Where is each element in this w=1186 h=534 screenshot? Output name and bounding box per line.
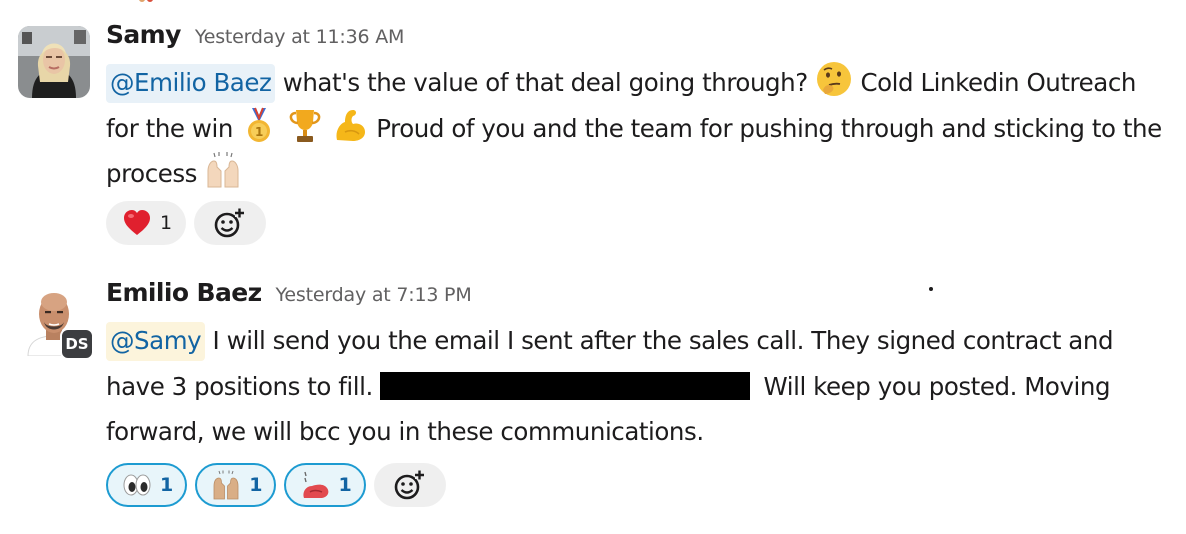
thinking-face-emoji-icon <box>815 60 853 98</box>
message-timestamp[interactable]: Yesterday at 7:13 PM <box>276 284 472 306</box>
redacted-block <box>380 371 751 400</box>
reaction-count: 1 <box>338 473 352 496</box>
reaction-count: 1 <box>249 473 263 496</box>
flexed-biceps-emoji-icon <box>331 106 369 144</box>
user-mention[interactable]: @Emilio Baez <box>106 64 276 103</box>
svg-text:1: 1 <box>255 125 263 139</box>
reaction-count: 1 <box>160 211 173 234</box>
avatar-samy[interactable] <box>18 26 90 98</box>
add-reaction-icon <box>214 207 245 237</box>
reactions-bar: 1 <box>106 200 1166 245</box>
add-reaction-button[interactable] <box>194 200 267 245</box>
message-content: Emilio Baez Yesterday at 7:13 PM @Samy I… <box>106 278 1166 507</box>
add-reaction-button[interactable] <box>373 462 446 507</box>
reaction-red-heart[interactable]: 1 <box>106 200 187 245</box>
first-place-medal-emoji-icon: 1 <box>240 106 278 144</box>
red-heart-icon <box>122 208 152 238</box>
avatar-status-badge: DS <box>60 328 94 360</box>
author-name[interactable]: Samy <box>106 20 181 49</box>
previous-message-emoji-fragment <box>136 0 156 4</box>
heated-tongue-icon <box>300 470 330 500</box>
reaction-raising-hands[interactable]: 1 <box>195 462 277 507</box>
message-timestamp[interactable]: Yesterday at 11:36 AM <box>195 26 405 48</box>
reaction-heated-tongue[interactable]: 1 <box>284 462 366 507</box>
reactions-bar: 1 1 1 <box>106 462 1166 507</box>
raising-hands-emoji-icon <box>204 151 242 189</box>
reaction-eyes[interactable]: 1 <box>106 462 188 507</box>
reaction-count: 1 <box>160 473 174 496</box>
message-content: Samy Yesterday at 11:36 AM @Emilio Baez … <box>106 20 1166 245</box>
raising-hands-icon <box>211 470 241 500</box>
message-body: @Emilio Baez what's the value of that de… <box>106 60 1166 197</box>
user-mention[interactable]: @Samy <box>106 322 206 361</box>
eyes-icon <box>122 470 152 500</box>
message-header: Emilio Baez Yesterday at 7:13 PM <box>106 278 1166 318</box>
message-text: what's the value of that deal going thro… <box>282 68 808 97</box>
add-reaction-icon <box>394 469 424 499</box>
trophy-emoji-icon <box>286 106 324 144</box>
message-body: @Samy I will send you the email I sent a… <box>106 318 1166 455</box>
message-header: Samy Yesterday at 11:36 AM <box>106 20 1166 60</box>
author-name[interactable]: Emilio Baez <box>106 278 262 307</box>
